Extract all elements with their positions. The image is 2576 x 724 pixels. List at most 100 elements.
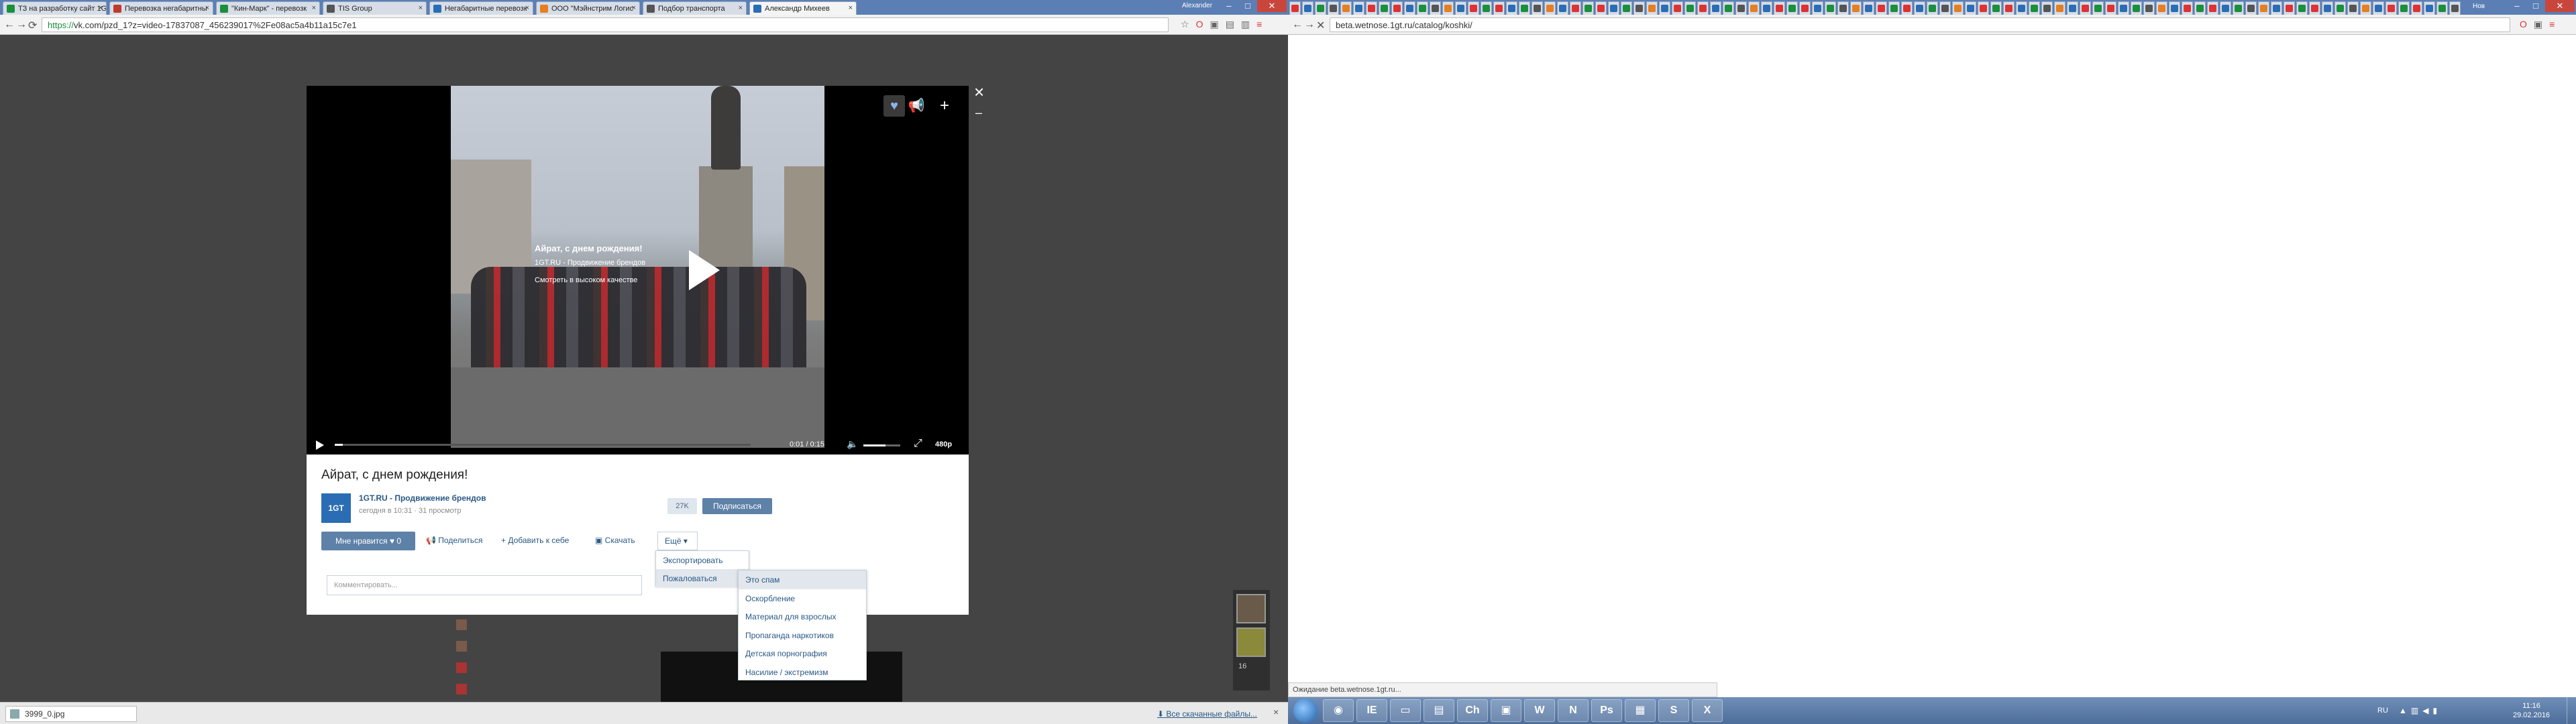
progress-bar[interactable] xyxy=(335,444,751,446)
close-window-icon[interactable]: ✕ xyxy=(1257,0,1287,12)
mini-tab[interactable] xyxy=(2449,1,2461,15)
mini-tab[interactable] xyxy=(2245,1,2257,15)
mini-tab[interactable] xyxy=(2118,1,2129,15)
language-indicator[interactable]: RU xyxy=(2377,707,2388,715)
battery-icon[interactable]: ▮ xyxy=(2432,706,2441,715)
opera-icon[interactable]: O xyxy=(1196,19,1203,30)
mini-tab[interactable] xyxy=(2003,1,2015,15)
taskbar-app-excel[interactable]: X xyxy=(1692,699,1723,722)
mini-tab[interactable] xyxy=(1493,1,1505,15)
mini-tab[interactable] xyxy=(2258,1,2269,15)
mini-tab[interactable] xyxy=(1825,1,1836,15)
mini-tab[interactable] xyxy=(1481,1,1492,15)
taskbar-app-onenote[interactable]: N xyxy=(1558,699,1589,722)
mini-tab[interactable] xyxy=(1710,1,1721,15)
mini-tab[interactable] xyxy=(2156,1,2167,15)
profile-name[interactable]: Alexander xyxy=(1182,2,1212,9)
mini-tab[interactable] xyxy=(1888,1,1900,15)
mini-tab[interactable] xyxy=(1532,1,1543,15)
close-tab-icon[interactable]: × xyxy=(99,4,103,12)
mini-tab[interactable] xyxy=(1812,1,1823,15)
mini-tab[interactable] xyxy=(1468,1,1479,15)
mini-tab[interactable] xyxy=(2131,1,2142,15)
mini-tab[interactable] xyxy=(1544,1,1556,15)
tab-6[interactable]: ООО "Мэйнстрим Логис × xyxy=(536,1,640,15)
mini-tab[interactable] xyxy=(2016,1,2027,15)
clock[interactable]: 11:16 29.02.2016 xyxy=(2513,701,2550,720)
close-tab-icon[interactable]: × xyxy=(419,4,423,12)
mini-tab[interactable] xyxy=(1455,1,1466,15)
star-icon[interactable]: ☆ xyxy=(1181,19,1189,30)
mini-tab[interactable] xyxy=(1519,1,1530,15)
mini-tab[interactable] xyxy=(2105,1,2116,15)
menu-icon[interactable]: ≡ xyxy=(2549,19,2555,30)
mini-tab[interactable] xyxy=(2194,1,2206,15)
mini-tab[interactable] xyxy=(1659,1,1670,15)
mini-tab[interactable] xyxy=(1901,1,1913,15)
mini-tab[interactable] xyxy=(1417,1,1428,15)
tab-7[interactable]: Подбор транспорта × xyxy=(643,1,747,15)
stop-icon[interactable]: ✕ xyxy=(1316,19,1325,32)
extension-icon[interactable]: ▤ xyxy=(1226,19,1234,30)
mini-tab[interactable] xyxy=(2373,1,2384,15)
mini-tab[interactable] xyxy=(2411,1,2422,15)
video-player[interactable]: Айрат, с днем рождения! 1GT.RU - Продвиж… xyxy=(307,86,969,455)
mini-tab[interactable] xyxy=(2207,1,2218,15)
address-bar[interactable]: https://vk.com/pzd_1?z=video-17837087_45… xyxy=(42,17,1169,32)
mini-tab[interactable] xyxy=(1914,1,1925,15)
close-tab-icon[interactable]: × xyxy=(739,4,743,12)
mini-tab[interactable] xyxy=(2233,1,2244,15)
close-tab-icon[interactable]: × xyxy=(525,4,529,12)
tab-5[interactable]: Негабаритные перевозк × xyxy=(429,1,533,15)
mini-tab[interactable] xyxy=(2169,1,2180,15)
close-tab-icon[interactable]: × xyxy=(205,4,209,12)
mini-tab[interactable] xyxy=(1774,1,1785,15)
mini-tab[interactable] xyxy=(2080,1,2091,15)
mini-tab[interactable] xyxy=(1595,1,1607,15)
tab-2[interactable]: Перевозка негабаритны × xyxy=(109,1,213,15)
mini-tab[interactable] xyxy=(1748,1,1760,15)
report-item-insult[interactable]: Оскорбление xyxy=(739,589,866,608)
address-bar[interactable]: beta.wetnose.1gt.ru/catalog/koshki/ xyxy=(1330,17,2510,32)
report-item-drugs[interactable]: Пропаганда наркотиков xyxy=(739,626,866,645)
taskbar-app-skype[interactable]: S xyxy=(1658,699,1689,722)
volume-slider[interactable] xyxy=(863,444,900,446)
minimize-icon[interactable]: – xyxy=(2508,0,2526,12)
taskbar-app-photoshop[interactable]: Ps xyxy=(1591,699,1622,722)
close-icon[interactable]: × xyxy=(974,82,984,103)
tab-4[interactable]: TIS Group × xyxy=(323,1,427,15)
channel-name[interactable]: 1GT.RU - Продвижение брендов xyxy=(359,493,486,503)
volume-icon[interactable]: ◀ xyxy=(2422,706,2432,715)
report-item-spam[interactable]: Это спам xyxy=(739,570,866,589)
like-button[interactable]: Мне нравится ♥ 0 xyxy=(321,532,415,550)
share-icon[interactable]: 📢 xyxy=(906,95,927,117)
channel-logo[interactable]: 1GT xyxy=(321,493,351,523)
download-item[interactable]: 3999_0.jpg xyxy=(5,706,137,722)
mini-tab[interactable] xyxy=(1735,1,1747,15)
fullscreen-icon[interactable]: ⤢ xyxy=(914,438,922,450)
taskbar-app-explorer[interactable]: ▣ xyxy=(1491,699,1521,722)
mini-tab[interactable] xyxy=(1289,1,1301,15)
mini-tab[interactable] xyxy=(2067,1,2078,15)
mini-tab[interactable] xyxy=(1570,1,1581,15)
mini-tab[interactable] xyxy=(1990,1,2002,15)
mini-tab[interactable] xyxy=(2092,1,2104,15)
mini-tab[interactable] xyxy=(2041,1,2053,15)
volume-icon[interactable]: 🔈 xyxy=(847,438,858,450)
mini-tab[interactable] xyxy=(2424,1,2435,15)
mini-tab[interactable] xyxy=(1761,1,1772,15)
mini-tab[interactable] xyxy=(1927,1,1938,15)
show-desktop-button[interactable] xyxy=(2567,697,2576,724)
taskbar-app-folder[interactable]: ▭ xyxy=(1390,699,1421,722)
mini-tab[interactable] xyxy=(1340,1,1352,15)
mini-tab[interactable] xyxy=(1978,1,1989,15)
minimize-video-icon[interactable]: – xyxy=(975,106,982,120)
mini-tab[interactable] xyxy=(2054,1,2065,15)
big-play-icon[interactable] xyxy=(689,250,720,290)
mini-tab[interactable] xyxy=(1697,1,1709,15)
mini-tab[interactable] xyxy=(1608,1,1619,15)
tab-3[interactable]: "Кин-Марк" - перевозк × xyxy=(216,1,320,15)
mini-tab[interactable] xyxy=(1315,1,1326,15)
report-item-child-abuse[interactable]: Детская порнография xyxy=(739,644,866,663)
mini-tab[interactable] xyxy=(2347,1,2359,15)
